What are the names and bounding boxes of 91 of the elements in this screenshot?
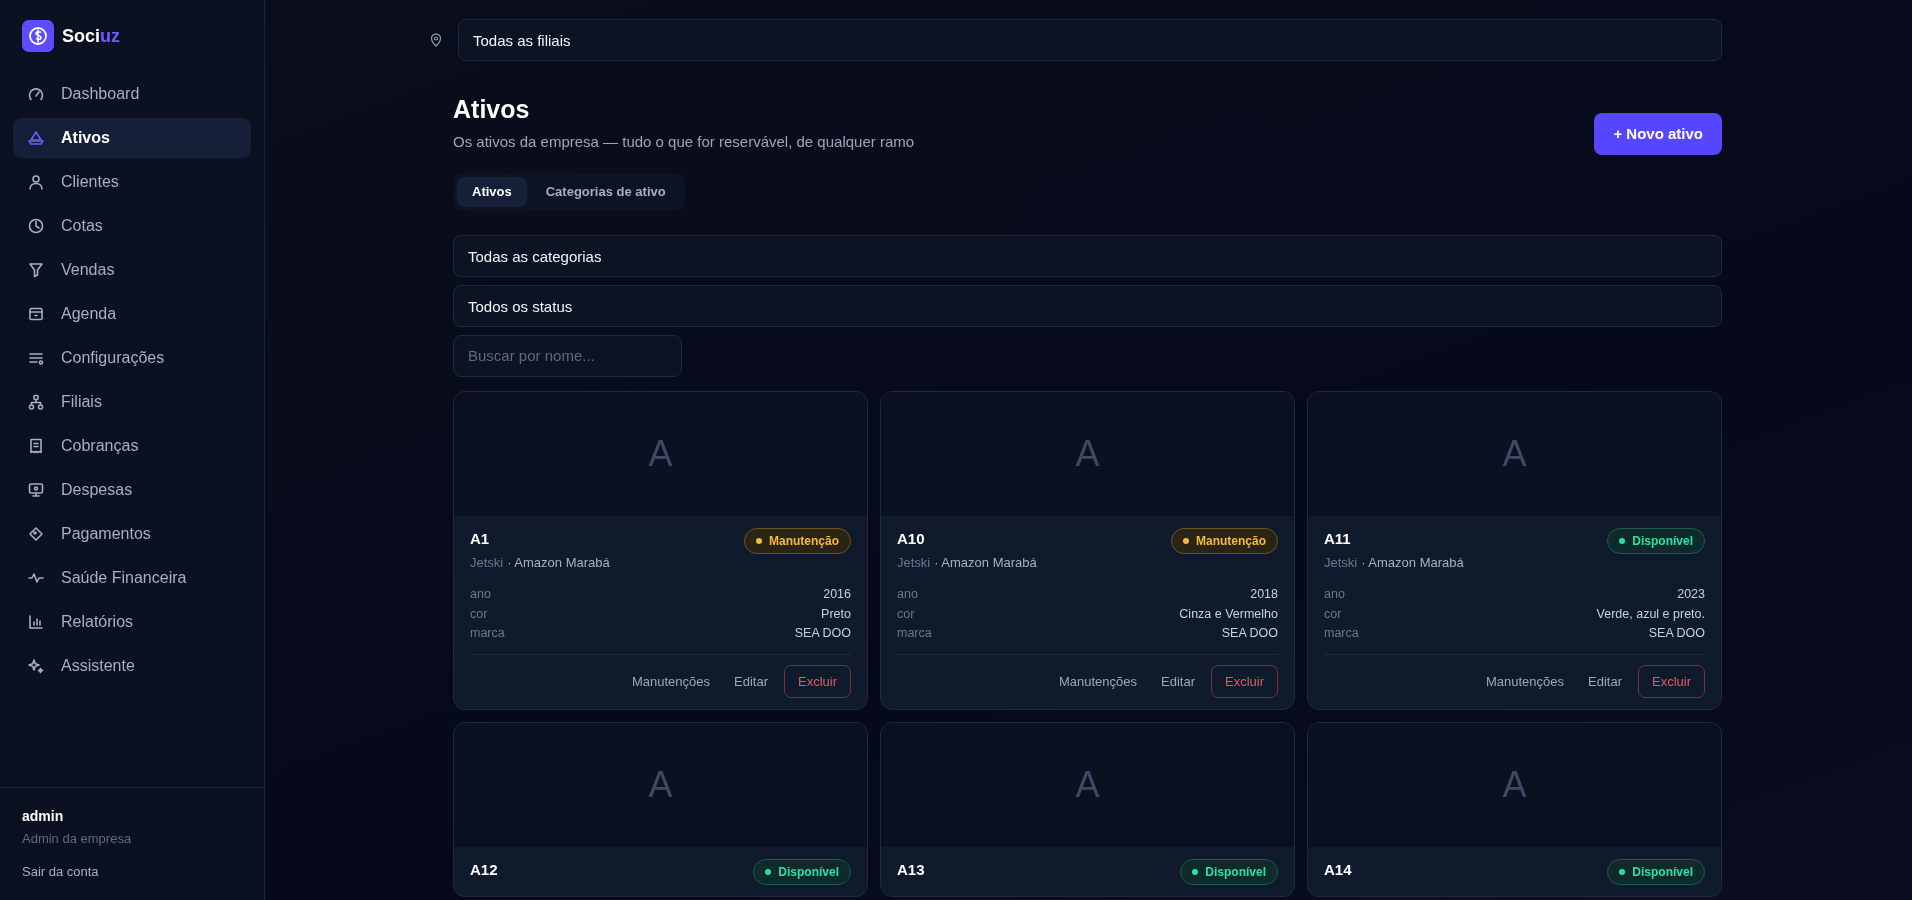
delete-button[interactable]: Excluir xyxy=(1638,664,1705,698)
attribute-label: cor xyxy=(897,605,915,623)
attribute-label: ano xyxy=(1324,586,1345,603)
asset-branch: · Amazon Marabá xyxy=(507,555,610,570)
edit-link[interactable]: Editar xyxy=(1153,665,1203,697)
diamond-icon xyxy=(27,525,45,543)
asset-category: Jetski xyxy=(897,555,931,570)
sidebar-item[interactable]: Saúde Financeira xyxy=(13,558,251,598)
sidebar-item[interactable]: Vendas xyxy=(13,250,251,290)
maintenance-link[interactable]: Manutenções xyxy=(1477,665,1572,697)
attribute-label: marca xyxy=(897,625,932,642)
attribute-value: SEA DOO xyxy=(794,625,851,642)
bar-chart-icon xyxy=(27,613,45,631)
asset-initial: A xyxy=(1075,763,1100,807)
attribute-value: Preto xyxy=(821,605,851,623)
sidebar-item[interactable]: Cobranças xyxy=(13,426,251,466)
sidebar-item[interactable]: Configurações xyxy=(13,338,251,378)
ship-icon xyxy=(27,129,45,147)
status-badge: Disponível xyxy=(1607,527,1705,554)
branch-select[interactable]: Todas as filiais xyxy=(458,19,1722,61)
sidebar-item[interactable]: Ativos xyxy=(13,118,251,158)
maintenance-link[interactable]: Manutenções xyxy=(623,665,718,697)
page-title: Ativos xyxy=(453,94,531,125)
asset-initial: A xyxy=(648,431,673,476)
edit-link[interactable]: Editar xyxy=(1580,665,1630,697)
receipt-icon xyxy=(27,437,45,455)
user-icon xyxy=(27,173,45,191)
edit-link[interactable]: Editar xyxy=(726,665,776,697)
status-badge: Disponível xyxy=(1180,859,1278,885)
status-badge: Manutenção xyxy=(1171,527,1278,554)
asset-name: A1 xyxy=(470,528,491,549)
asset-initial: A xyxy=(1075,431,1100,476)
user-name: admin xyxy=(22,806,65,826)
search-field[interactable]: Buscar por nome... xyxy=(453,334,682,377)
new-asset-button[interactable]: + Novo ativo xyxy=(1594,112,1722,155)
gauge-icon xyxy=(27,85,45,103)
page-subtitle: Os ativos da empresa — tudo o que for reservável, de qualquer ramo xyxy=(453,131,915,152)
sidebar-item[interactable]: Relatórios xyxy=(13,602,251,642)
asset-branch: · Amazon Marabá xyxy=(1361,555,1464,570)
attribute-label: marca xyxy=(1324,625,1359,642)
attribute-label: marca xyxy=(470,625,505,642)
delete-button[interactable]: Excluir xyxy=(784,664,851,698)
sidebar-item[interactable]: Filiais xyxy=(13,382,251,422)
location-pin-icon xyxy=(430,33,442,47)
status-badge: Disponível xyxy=(1607,859,1705,885)
attribute-label: ano xyxy=(470,586,491,603)
asset-name: A11 xyxy=(1324,528,1352,549)
asset-category: Jetski xyxy=(1324,555,1358,570)
asset-name: A12 xyxy=(470,860,498,880)
maintenance-link[interactable]: Manutenções xyxy=(1050,665,1145,697)
asset-initial: A xyxy=(1502,763,1527,807)
status-badge: Manutenção xyxy=(744,527,851,554)
hierarchy-icon xyxy=(27,393,45,411)
status-select[interactable]: Todos os status xyxy=(453,284,1722,327)
asset-name: A14 xyxy=(1324,860,1352,880)
asset-name: A10 xyxy=(897,528,926,549)
logout-link[interactable]: Sair da conta xyxy=(22,862,99,882)
attribute-value: Cinza e Vermelho xyxy=(1179,605,1278,623)
status-badge: Disponível xyxy=(753,859,851,885)
tab[interactable]: Categorias de ativo xyxy=(530,177,681,207)
sidebar-item[interactable]: Cotas xyxy=(13,206,251,246)
attribute-value: 2016 xyxy=(823,586,851,603)
attribute-value: SEA DOO xyxy=(1648,625,1705,642)
monitor-icon xyxy=(27,481,45,499)
sidebar-item[interactable]: Pagamentos xyxy=(13,514,251,554)
asset-branch: · Amazon Marabá xyxy=(934,555,1037,570)
delete-button[interactable]: Excluir xyxy=(1211,664,1278,698)
brand-name: Sociuz xyxy=(62,24,120,48)
attribute-value: 2018 xyxy=(1250,586,1278,603)
sidebar-item[interactable]: Clientes xyxy=(13,162,251,202)
asset-initial: A xyxy=(648,763,673,807)
attribute-label: cor xyxy=(1324,605,1342,623)
sparkle-icon xyxy=(27,657,45,675)
asset-name: A13 xyxy=(897,860,925,880)
attribute-label: cor xyxy=(470,605,488,623)
sidebar-item[interactable]: Dashboard xyxy=(13,74,251,114)
sidebar-item[interactable]: Despesas xyxy=(13,470,251,510)
sidebar-item[interactable]: Assistente xyxy=(13,646,251,686)
tab[interactable]: Ativos xyxy=(457,177,527,207)
category-select[interactable]: Todas as categorias xyxy=(453,234,1722,277)
sidebar-item[interactable]: Agenda xyxy=(13,294,251,334)
asset-initial: A xyxy=(1502,431,1527,476)
calendar-icon xyxy=(27,305,45,323)
attribute-value: SEA DOO xyxy=(1221,625,1278,642)
filter-icon xyxy=(27,261,45,279)
logo-icon xyxy=(22,20,54,52)
user-role: Admin da empresa xyxy=(22,829,133,848)
asset-category: Jetski xyxy=(470,555,504,570)
attribute-value: Verde, azul e preto. xyxy=(1596,605,1705,623)
attribute-value: 2023 xyxy=(1677,586,1705,603)
attribute-label: ano xyxy=(897,586,918,603)
